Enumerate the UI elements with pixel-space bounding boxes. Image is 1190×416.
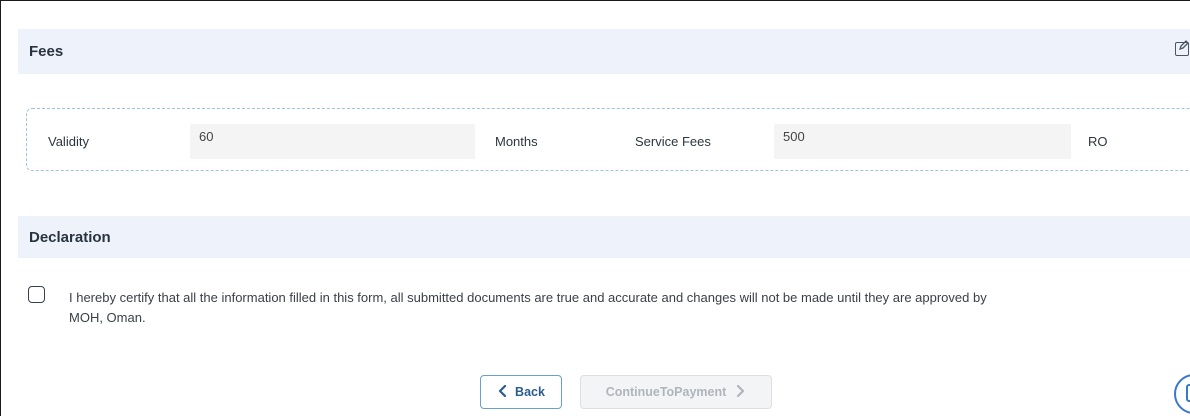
- fees-section-title: Fees: [29, 43, 64, 60]
- floating-action-button[interactable]: [1174, 374, 1190, 414]
- edit-icon[interactable]: [1175, 40, 1189, 56]
- application-frame: Fees Validity 60 Months Service Fees 500…: [0, 0, 1190, 416]
- declaration-section-header: Declaration: [18, 216, 1190, 258]
- service-fees-field: 500: [774, 124, 1071, 159]
- fees-details-box: Validity 60 Months Service Fees 500 RO: [26, 108, 1190, 171]
- validity-label: Validity: [48, 134, 89, 149]
- declaration-checkbox[interactable]: [28, 286, 45, 303]
- back-button-label: Back: [515, 385, 545, 399]
- validity-field: 60: [190, 124, 475, 159]
- continue-button-label: ContinueToPayment: [605, 385, 727, 399]
- service-fees-label: Service Fees: [635, 134, 711, 149]
- service-fees-unit: RO: [1088, 134, 1108, 149]
- chevron-left-icon: [497, 384, 515, 400]
- declaration-text: I hereby certify that all the informatio…: [69, 290, 987, 325]
- fees-section-header: Fees: [18, 29, 1190, 74]
- back-button[interactable]: Back: [480, 375, 562, 409]
- validity-unit: Months: [495, 134, 538, 149]
- continue-to-payment-button[interactable]: ContinueToPayment: [580, 375, 772, 409]
- declaration-section-title: Declaration: [29, 228, 111, 246]
- chevron-right-icon: [726, 384, 746, 400]
